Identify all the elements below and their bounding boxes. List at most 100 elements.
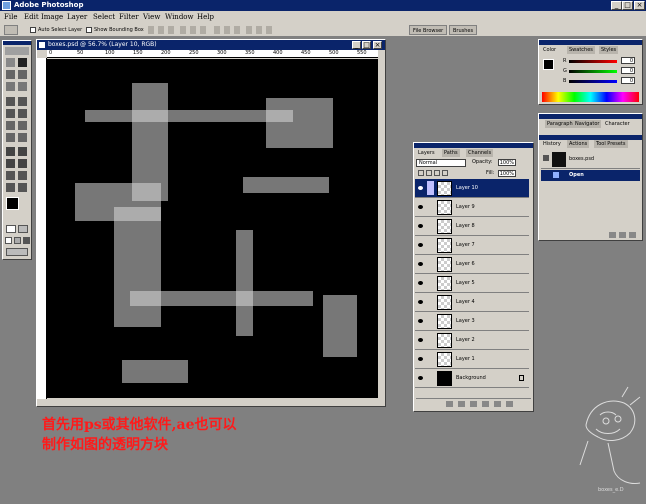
doc-close-button[interactable]: × [373,41,382,49]
screen-mode-standard-icon[interactable] [5,237,12,244]
lock-all-icon[interactable] [442,170,448,176]
color-ramp[interactable] [542,92,639,102]
layer-row-layer-9[interactable]: Layer 9 [415,198,529,217]
path-selection-tool-icon[interactable] [6,147,15,156]
adobe-logo-icon[interactable] [5,47,29,55]
move-tool-preset-icon[interactable] [4,25,18,35]
quick-mask-icon[interactable] [18,225,28,233]
history-step-row[interactable]: Open [541,170,640,181]
menu-select[interactable]: Select [93,11,115,23]
clone-stamp-tool-icon[interactable] [6,109,15,118]
maximize-button[interactable]: □ [622,1,633,10]
fill-field[interactable]: 100% [498,170,516,177]
align-left-icon[interactable] [180,26,186,34]
eye-icon[interactable] [418,281,423,285]
zoom-tool-icon[interactable] [18,183,27,192]
green-slider[interactable] [569,70,617,73]
standard-mode-icon[interactable] [6,225,16,233]
new-snapshot-icon[interactable] [619,232,626,238]
crop-tool-icon[interactable] [6,82,15,91]
horizontal-ruler[interactable]: 0 50 100 150 200 250 300 350 400 450 500… [47,50,378,58]
move-tool-icon[interactable] [18,58,27,67]
align-top-icon[interactable] [148,26,154,34]
adjustment-layer-icon[interactable] [482,401,489,407]
red-slider[interactable] [569,60,617,63]
layer-row-layer-5[interactable]: Layer 5 [415,274,529,293]
eye-icon[interactable] [418,186,423,190]
notes-tool-icon[interactable] [6,171,15,180]
delete-layer-icon[interactable] [506,401,513,407]
history-brush-tool-icon[interactable] [18,109,27,118]
image-canvas[interactable] [47,59,378,398]
marquee-tool-icon[interactable] [6,58,15,67]
tab-navigator[interactable]: Navigator [573,120,602,128]
eye-icon[interactable] [418,243,423,247]
layer-style-icon[interactable] [446,401,453,407]
jump-to-imageready-icon[interactable] [6,248,28,256]
layer-row-layer-10[interactable]: Layer 10 [415,179,529,198]
eye-icon[interactable] [418,357,423,361]
distribute-top-icon[interactable] [214,26,220,34]
distribute-bottom-icon[interactable] [234,26,240,34]
bounding-box-checkbox[interactable] [86,27,92,33]
tab-tool-presets[interactable]: Tool Presets [594,140,628,148]
dodge-tool-icon[interactable] [18,133,27,142]
layer-row-layer-8[interactable]: Layer 8 [415,217,529,236]
menu-edit[interactable]: Edit [24,11,39,23]
eraser-tool-icon[interactable] [6,121,15,130]
minimize-button[interactable]: _ [611,1,622,10]
distribute-left-icon[interactable] [246,26,252,34]
red-value[interactable]: 0 [621,57,635,64]
layer-row-layer-7[interactable]: Layer 7 [415,236,529,255]
menu-layer[interactable]: Layer [67,11,87,23]
tab-character[interactable]: Character [603,120,632,128]
eye-icon[interactable] [418,224,423,228]
foreground-color-swatch[interactable] [6,197,19,210]
doc-maximize-button[interactable]: □ [362,41,371,49]
eyedropper-tool-icon[interactable] [18,171,27,180]
lock-transparency-icon[interactable] [418,170,424,176]
brush-link-icon[interactable] [427,181,434,195]
eye-icon[interactable] [418,338,423,342]
color-fg-swatch[interactable] [543,59,554,70]
lasso-tool-icon[interactable] [6,70,15,79]
tab-actions[interactable]: Actions [567,140,590,148]
healing-brush-tool-icon[interactable] [6,97,15,106]
layer-mask-icon[interactable] [458,401,465,407]
tab-layers[interactable]: Layers [416,149,437,157]
blend-mode-select[interactable]: Normal [416,159,466,167]
eye-icon[interactable] [418,262,423,266]
slice-tool-icon[interactable] [18,82,27,91]
distribute-hcenter-icon[interactable] [256,26,262,34]
auto-select-checkbox[interactable] [30,27,36,33]
lock-image-icon[interactable] [426,170,432,176]
screen-mode-full-icon[interactable] [23,237,30,244]
hand-tool-icon[interactable] [6,183,15,192]
tab-swatches[interactable]: Swatches [567,46,595,54]
align-vcenter-icon[interactable] [158,26,164,34]
layer-row-background[interactable]: Background [415,369,529,388]
tab-paragraph[interactable]: Paragraph [545,120,575,128]
shape-tool-icon[interactable] [18,159,27,168]
lock-position-icon[interactable] [434,170,440,176]
magic-wand-tool-icon[interactable] [18,70,27,79]
blue-value[interactable]: 0 [621,77,635,84]
tab-color[interactable]: Color [541,46,559,54]
layer-row-layer-2[interactable]: Layer 2 [415,331,529,350]
delete-state-icon[interactable] [629,232,636,238]
file-browser-tab[interactable]: File Browser [409,25,448,35]
document-title-bar[interactable]: boxes.psd @ 56.7% (Layer 10, RGB) [37,40,385,50]
layer-row-layer-6[interactable]: Layer 6 [415,255,529,274]
menu-window[interactable]: Window [165,11,194,23]
pen-tool-icon[interactable] [6,159,15,168]
eye-icon[interactable] [418,376,423,380]
opacity-field[interactable]: 100% [498,159,516,166]
tab-channels[interactable]: Channels [466,149,494,157]
layer-row-layer-1[interactable]: Layer 1 [415,350,529,369]
new-layer-icon[interactable] [494,401,501,407]
vertical-ruler[interactable] [37,58,47,399]
align-bottom-icon[interactable] [168,26,174,34]
align-right-icon[interactable] [200,26,206,34]
tab-styles[interactable]: Styles [599,46,619,54]
layer-set-icon[interactable] [470,401,477,407]
